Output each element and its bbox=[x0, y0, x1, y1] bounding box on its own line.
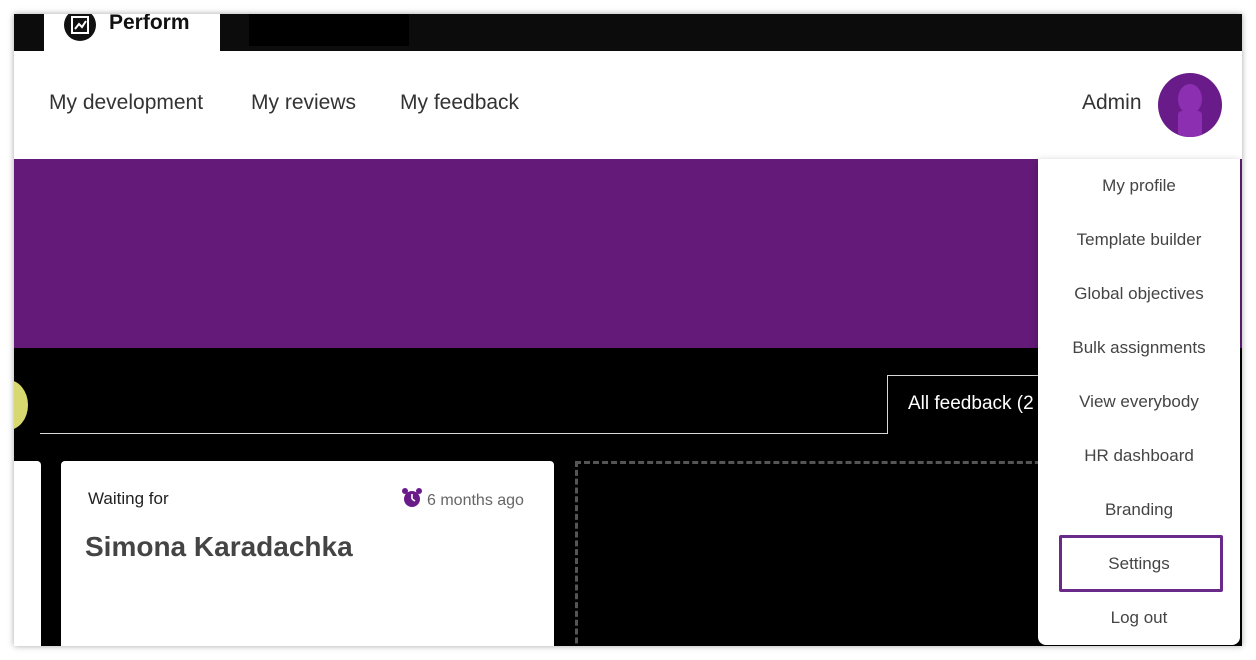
nav-my-feedback[interactable]: My feedback bbox=[400, 91, 519, 115]
menu-item-bulk-assignments[interactable]: Bulk assignments bbox=[1038, 321, 1240, 375]
user-name-label[interactable]: Admin bbox=[1082, 91, 1142, 115]
nav-my-development[interactable]: My development bbox=[49, 91, 203, 115]
avatar-partial bbox=[14, 380, 28, 430]
menu-item-log-out[interactable]: Log out bbox=[1038, 591, 1240, 645]
alarm-clock-icon bbox=[402, 488, 422, 507]
nav-my-reviews[interactable]: My reviews bbox=[251, 91, 356, 115]
menu-item-branding[interactable]: Branding bbox=[1038, 483, 1240, 537]
redacted-region bbox=[249, 14, 409, 46]
menu-item-settings[interactable]: Settings bbox=[1038, 537, 1240, 591]
app-window: Perform My development My reviews My fee… bbox=[14, 14, 1242, 646]
card-status: Waiting for bbox=[88, 489, 169, 508]
chart-growth-icon bbox=[64, 14, 96, 41]
avatar[interactable] bbox=[1158, 73, 1222, 137]
menu-item-view-everybody[interactable]: View everybody bbox=[1038, 375, 1240, 429]
tab-divider bbox=[40, 433, 888, 434]
card-time-text: 6 months ago bbox=[427, 492, 524, 509]
app-tab-label: Perform bbox=[109, 14, 190, 34]
menu-item-global-objectives[interactable]: Global objectives bbox=[1038, 267, 1240, 321]
feedback-card-partial[interactable] bbox=[14, 461, 41, 646]
menu-item-hr-dashboard[interactable]: HR dashboard bbox=[1038, 429, 1240, 483]
menu-item-my-profile[interactable]: My profile bbox=[1038, 159, 1240, 213]
menu-item-template-builder[interactable]: Template builder bbox=[1038, 213, 1240, 267]
app-tab-strip: Perform bbox=[14, 14, 1242, 51]
app-tab-perform[interactable]: Perform bbox=[44, 14, 220, 51]
card-timestamp: 6 months ago bbox=[401, 487, 524, 510]
user-menu-dropdown: My profile Template builder Global objec… bbox=[1038, 159, 1240, 645]
user-silhouette-icon bbox=[1178, 84, 1202, 137]
top-nav: My development My reviews My feedback Ad… bbox=[14, 51, 1242, 159]
card-person-name: Simona Karadachka bbox=[85, 531, 353, 562]
feedback-card[interactable]: Waiting for 6 months ago Simona Karadach… bbox=[61, 461, 554, 646]
add-feedback-placeholder[interactable] bbox=[575, 461, 1095, 646]
tab-all-feedback-label: All feedback (2 bbox=[908, 393, 1034, 414]
